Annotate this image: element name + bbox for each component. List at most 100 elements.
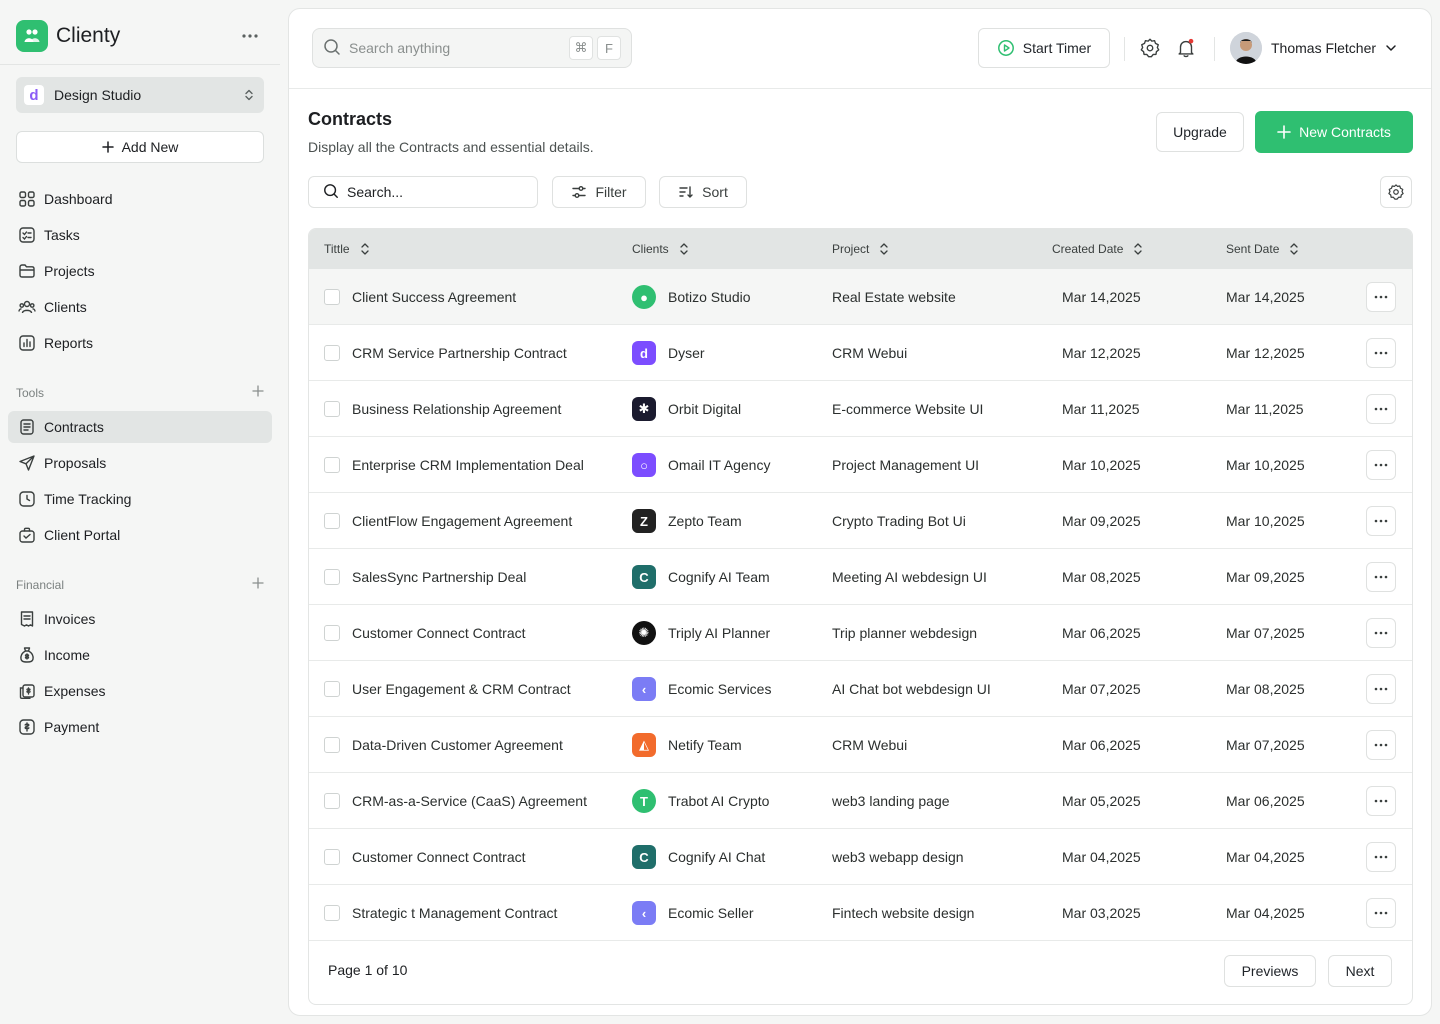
row-checkbox-cell bbox=[324, 493, 340, 549]
sent-date: Mar 04,2025 bbox=[1226, 849, 1305, 865]
row-more-icon[interactable] bbox=[1366, 842, 1396, 872]
search-icon bbox=[323, 38, 341, 59]
client-logo-icon: ✺ bbox=[632, 621, 656, 645]
plus-icon bbox=[1277, 125, 1291, 139]
created-date: Mar 03,2025 bbox=[1062, 905, 1141, 921]
table-row[interactable]: Customer Connect Contract C Cognify AI Cha… bbox=[309, 829, 1412, 885]
settings-gear-icon[interactable] bbox=[1138, 36, 1162, 60]
user-menu[interactable]: Thomas Fletcher bbox=[1230, 31, 1398, 65]
row-checkbox[interactable] bbox=[324, 681, 340, 697]
sidebar-item-invoices[interactable]: Invoices bbox=[8, 603, 272, 635]
table-row[interactable]: Customer Connect Contract ✺ Triply AI Plan… bbox=[309, 605, 1412, 661]
row-checkbox[interactable] bbox=[324, 289, 340, 305]
app-name: Clienty bbox=[56, 24, 121, 47]
table-search-input[interactable]: Search... bbox=[308, 176, 538, 208]
sidebar-item-expenses[interactable]: Expenses bbox=[8, 675, 272, 707]
row-more-icon[interactable] bbox=[1366, 674, 1396, 704]
row-more-icon[interactable] bbox=[1366, 786, 1396, 816]
start-timer-button[interactable]: Start Timer bbox=[978, 28, 1110, 68]
table-search-placeholder: Search... bbox=[347, 184, 404, 200]
next-page-button[interactable]: Next bbox=[1328, 955, 1392, 987]
sidebar-item-proposals[interactable]: Proposals bbox=[8, 447, 272, 479]
row-checkbox[interactable] bbox=[324, 401, 340, 417]
topbar-divider bbox=[1124, 37, 1125, 61]
row-checkbox[interactable] bbox=[324, 345, 340, 361]
sent-date: Mar 09,2025 bbox=[1226, 569, 1305, 585]
contract-title: CRM Service Partnership Contract bbox=[352, 345, 567, 361]
project-name: CRM Webui bbox=[832, 737, 908, 753]
table-row[interactable]: User Engagement & CRM Contract ‹ Ecomic Se… bbox=[309, 661, 1412, 717]
add-tool-plus-icon[interactable] bbox=[252, 385, 264, 400]
row-actions-cell bbox=[1366, 829, 1396, 885]
sidebar-item-label: Invoices bbox=[44, 611, 96, 627]
row-more-icon[interactable] bbox=[1366, 338, 1396, 368]
row-more-icon[interactable] bbox=[1366, 898, 1396, 928]
contract-title: Data-Driven Customer Agreement bbox=[352, 737, 563, 753]
column-header-title[interactable]: Tittle bbox=[324, 229, 370, 269]
row-more-icon[interactable] bbox=[1366, 282, 1396, 312]
table-row[interactable]: Business Relationship Agreement ✱ Orbit Di… bbox=[309, 381, 1412, 437]
client-name: Cognify AI Chat bbox=[668, 849, 766, 865]
row-checkbox[interactable] bbox=[324, 569, 340, 585]
table-row[interactable]: CRM-as-a-Service (CaaS) Agreement T Trabot… bbox=[309, 773, 1412, 829]
client-name: Netify Team bbox=[668, 737, 742, 753]
sidebar-item-clients[interactable]: Clients bbox=[8, 291, 272, 323]
row-more-icon[interactable] bbox=[1366, 506, 1396, 536]
sort-button[interactable]: Sort bbox=[659, 176, 747, 208]
sidebar-item-projects[interactable]: Projects bbox=[8, 255, 272, 287]
row-checkbox[interactable] bbox=[324, 457, 340, 473]
table-row[interactable]: Data-Driven Customer Agreement ◭ Netify Te… bbox=[309, 717, 1412, 773]
row-checkbox[interactable] bbox=[324, 905, 340, 921]
new-contracts-button[interactable]: New Contracts bbox=[1255, 111, 1413, 153]
contract-title: User Engagement & CRM Contract bbox=[352, 681, 571, 697]
row-checkbox[interactable] bbox=[324, 737, 340, 753]
table-row[interactable]: SalesSync Partnership Deal C Cognify AI Te… bbox=[309, 549, 1412, 605]
notification-bell-icon[interactable] bbox=[1174, 36, 1198, 60]
column-header-sent-date[interactable]: Sent Date bbox=[1226, 229, 1299, 269]
row-more-icon[interactable] bbox=[1366, 394, 1396, 424]
more-options-icon[interactable] bbox=[238, 24, 262, 48]
sidebar-item-income[interactable]: Income bbox=[8, 639, 272, 671]
workspace-switcher[interactable]: d Design Studio bbox=[16, 77, 264, 113]
row-more-icon[interactable] bbox=[1366, 450, 1396, 480]
column-header-clients[interactable]: Clients bbox=[632, 229, 689, 269]
table-row[interactable]: Enterprise CRM Implementation Deal ○ Omail… bbox=[309, 437, 1412, 493]
sidebar-item-contracts[interactable]: Contracts bbox=[8, 411, 272, 443]
table-row[interactable]: CRM Service Partnership Contract d Dyser CR… bbox=[309, 325, 1412, 381]
row-more-icon[interactable] bbox=[1366, 618, 1396, 648]
row-checkbox[interactable] bbox=[324, 625, 340, 641]
sidebar-item-time-tracking[interactable]: Time Tracking bbox=[8, 483, 272, 515]
table-row[interactable]: Client Success Agreement ● Botizo Studio Re… bbox=[309, 269, 1412, 325]
filter-button[interactable]: Filter bbox=[552, 176, 646, 208]
row-actions-cell bbox=[1366, 661, 1396, 717]
table-row[interactable]: ClientFlow Engagement Agreement Z Zepto Te… bbox=[309, 493, 1412, 549]
global-search-input[interactable]: Search anything ⌘ F bbox=[312, 28, 632, 68]
table-row[interactable]: Strategic t Management Contract ‹ Ecomic S… bbox=[309, 885, 1412, 941]
row-more-icon[interactable] bbox=[1366, 562, 1396, 592]
row-actions-cell bbox=[1366, 325, 1396, 381]
previous-page-button[interactable]: Previews bbox=[1224, 955, 1316, 987]
sidebar-item-client-portal[interactable]: Client Portal bbox=[8, 519, 272, 551]
project-name: Project Management UI bbox=[832, 457, 980, 473]
client-cell: ‹ Ecomic Seller bbox=[632, 885, 754, 941]
sidebar-item-reports[interactable]: Reports bbox=[8, 327, 272, 359]
upgrade-button[interactable]: Upgrade bbox=[1156, 112, 1244, 152]
column-header-created-date[interactable]: Created Date bbox=[1052, 229, 1143, 269]
sidebar-item-payment[interactable]: Payment bbox=[8, 711, 272, 743]
column-header-project[interactable]: Project bbox=[832, 229, 889, 269]
row-checkbox[interactable] bbox=[324, 849, 340, 865]
sidebar-item-tasks[interactable]: Tasks bbox=[8, 219, 272, 251]
invoice-icon bbox=[18, 610, 36, 628]
tools-nav: Contracts Proposals Time Tracking Client… bbox=[8, 411, 272, 555]
add-new-button[interactable]: Add New bbox=[16, 131, 264, 163]
sidebar-item-dashboard[interactable]: Dashboard bbox=[8, 183, 272, 215]
row-checkbox[interactable] bbox=[324, 793, 340, 809]
row-checkbox[interactable] bbox=[324, 513, 340, 529]
brand[interactable]: Clienty bbox=[16, 20, 120, 52]
client-cell: ● Botizo Studio bbox=[632, 269, 751, 325]
row-checkbox-cell bbox=[324, 437, 340, 493]
row-more-icon[interactable] bbox=[1366, 730, 1396, 760]
table-settings-gear-icon[interactable] bbox=[1380, 176, 1412, 208]
add-financial-plus-icon[interactable] bbox=[252, 577, 264, 592]
sort-arrows-icon bbox=[879, 242, 889, 256]
